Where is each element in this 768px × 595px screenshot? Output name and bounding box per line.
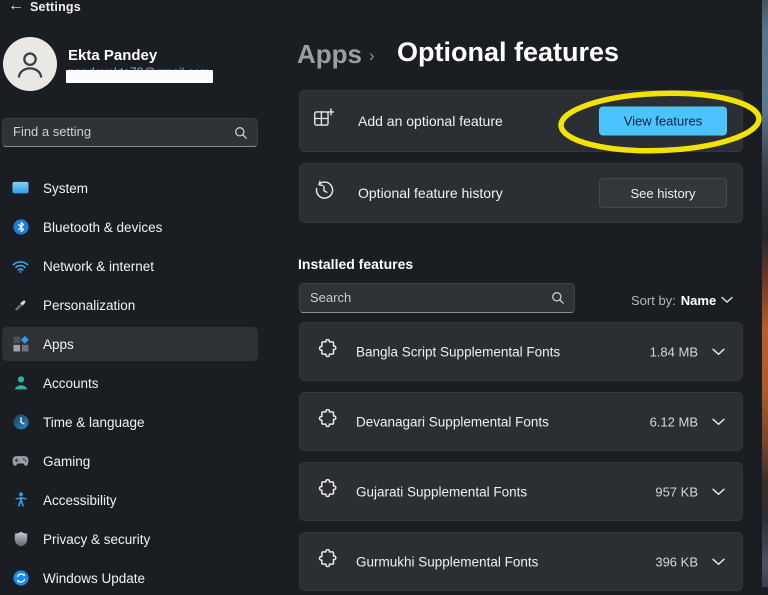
sidebar-item-label: Accessibility xyxy=(43,493,117,508)
sidebar-item-time-language[interactable]: Time & language xyxy=(2,405,258,439)
sidebar-item-accounts[interactable]: Accounts xyxy=(2,366,258,400)
chevron-down-icon xyxy=(721,291,733,309)
sidebar-item-label: Network & internet xyxy=(43,259,154,274)
features-search[interactable] xyxy=(299,283,575,313)
add-feature-icon xyxy=(313,108,334,134)
network-icon xyxy=(12,258,29,275)
feature-row-gujarati[interactable]: Gujarati Supplemental Fonts 957 KB xyxy=(299,462,743,521)
chevron-down-icon[interactable] xyxy=(712,413,725,431)
sidebar-item-personalization[interactable]: Personalization xyxy=(2,288,258,322)
accessibility-icon xyxy=(12,492,29,509)
sort-label: Sort by: xyxy=(631,293,676,308)
desktop-wallpaper-edge xyxy=(762,0,768,587)
person-icon xyxy=(13,47,47,81)
bluetooth-icon xyxy=(12,219,29,236)
sidebar-item-windows-update[interactable]: Windows Update xyxy=(2,561,258,595)
see-history-button[interactable]: See history xyxy=(599,178,727,208)
profile-name: Ekta Pandey xyxy=(68,47,157,64)
chevron-down-icon[interactable] xyxy=(712,343,725,361)
time-language-icon xyxy=(12,414,29,431)
back-button[interactable]: ← xyxy=(8,0,24,15)
sidebar-item-label: Privacy & security xyxy=(43,532,150,547)
sidebar-item-label: Time & language xyxy=(43,415,145,430)
breadcrumb-apps[interactable]: Apps xyxy=(297,39,362,70)
personalization-icon xyxy=(12,297,29,314)
apps-icon xyxy=(12,336,29,353)
history-label: Optional feature history xyxy=(358,185,503,201)
history-icon xyxy=(313,180,335,207)
view-features-button[interactable]: View features xyxy=(599,107,727,136)
accounts-icon xyxy=(12,375,29,392)
sidebar-item-label: Gaming xyxy=(43,454,90,469)
feature-row-bangla[interactable]: Bangla Script Supplemental Fonts 1.84 MB xyxy=(299,322,743,381)
sidebar-item-apps[interactable]: Apps xyxy=(2,327,258,361)
sort-value: Name xyxy=(681,293,716,308)
sidebar-item-label: Windows Update xyxy=(43,571,145,586)
sidebar-item-privacy-security[interactable]: Privacy & security xyxy=(2,522,258,556)
sidebar-item-label: Accounts xyxy=(43,376,99,391)
feature-name: Bangla Script Supplemental Fonts xyxy=(356,344,560,359)
search-icon xyxy=(551,291,565,310)
feature-size: 1.84 MB xyxy=(650,344,698,359)
feature-size: 6.12 MB xyxy=(650,414,698,429)
system-icon xyxy=(12,180,29,197)
sidebar-item-label: Apps xyxy=(43,337,74,352)
puzzle-icon xyxy=(316,409,337,435)
search-icon xyxy=(234,126,248,145)
puzzle-icon xyxy=(316,339,337,365)
features-search-input[interactable] xyxy=(300,284,574,312)
optional-feature-history-card: Optional feature history See history xyxy=(299,163,743,223)
add-optional-feature-card: Add an optional feature View features xyxy=(299,90,743,152)
email-redaction-bar xyxy=(66,70,213,83)
feature-size: 957 KB xyxy=(655,484,698,499)
sidebar-item-label: Bluetooth & devices xyxy=(43,220,162,235)
page-title: Optional features xyxy=(397,37,619,68)
find-a-setting-input[interactable] xyxy=(3,119,257,146)
sidebar-item-label: Personalization xyxy=(43,298,135,313)
puzzle-icon xyxy=(316,479,337,505)
feature-row-devanagari[interactable]: Devanagari Supplemental Fonts 6.12 MB xyxy=(299,392,743,451)
feature-row-gurmukhi[interactable]: Gurmukhi Supplemental Fonts 396 KB xyxy=(299,532,743,591)
sidebar-item-gaming[interactable]: Gaming xyxy=(2,444,258,478)
avatar xyxy=(3,37,57,91)
find-a-setting-search[interactable] xyxy=(2,118,258,147)
sidebar-item-network-internet[interactable]: Network & internet xyxy=(2,249,258,283)
sort-dropdown[interactable]: Sort by: Name xyxy=(631,291,733,309)
installed-features-heading: Installed features xyxy=(298,256,413,272)
gaming-icon xyxy=(12,453,29,470)
feature-name: Devanagari Supplemental Fonts xyxy=(356,414,549,429)
sidebar-item-accessibility[interactable]: Accessibility xyxy=(2,483,258,517)
windows-update-icon xyxy=(12,570,29,587)
breadcrumb-separator: › xyxy=(369,46,375,66)
puzzle-icon xyxy=(316,549,337,575)
sidebar-item-label: System xyxy=(43,181,88,196)
sidebar-item-bluetooth-devices[interactable]: Bluetooth & devices xyxy=(2,210,258,244)
feature-name: Gujarati Supplemental Fonts xyxy=(356,484,527,499)
chevron-down-icon[interactable] xyxy=(712,483,725,501)
feature-size: 396 KB xyxy=(655,554,698,569)
feature-name: Gurmukhi Supplemental Fonts xyxy=(356,554,538,569)
sidebar-item-system[interactable]: System xyxy=(2,171,258,205)
app-title: Settings xyxy=(30,0,81,14)
add-feature-label: Add an optional feature xyxy=(358,113,503,129)
privacy-icon xyxy=(12,531,29,548)
chevron-down-icon[interactable] xyxy=(712,553,725,571)
